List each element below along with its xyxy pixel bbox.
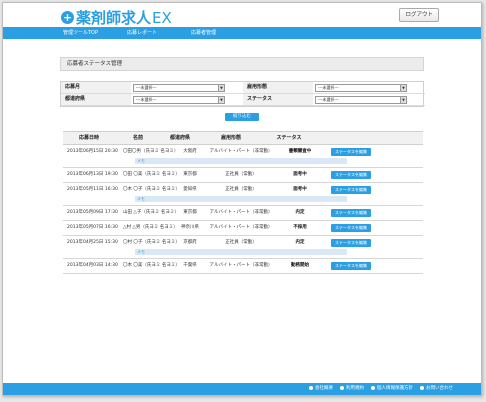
- col-status: ステータス: [276, 135, 302, 141]
- col-employment: 雇用形態: [220, 135, 241, 141]
- employment-select[interactable]: ---未選択--- ▼: [315, 84, 407, 92]
- cell-prefecture: 東京都: [183, 210, 197, 215]
- panel-title: 応募者ステータス管理: [60, 57, 424, 71]
- cell-prefecture: 愛知県: [183, 187, 197, 192]
- chevron-down-icon: ▼: [400, 85, 406, 91]
- nav-item-top[interactable]: 管理ツールTOP: [63, 27, 127, 39]
- chevron-down-icon: ▼: [218, 85, 224, 91]
- chevron-down-icon: ▼: [400, 97, 406, 103]
- col-prefecture: 都道府県: [169, 135, 190, 141]
- nav-item-applicants[interactable]: 応募者管理: [191, 27, 255, 39]
- filter-button[interactable]: 絞り込む: [225, 113, 259, 121]
- cell-employment: アルバイト・パート（非常勤）: [209, 210, 273, 215]
- cell-name: 〇木 〇美（氏ヨミ 名ヨミ）: [123, 263, 180, 268]
- applicant-table: 応募日時 名前 都道府県 雇用形態 ステータス 2013年06月15日 20:3…: [63, 131, 423, 274]
- cell-name: 〇村 〇子（氏ヨミ 名ヨミ）: [123, 240, 180, 245]
- cell-employment: 正社員（常勤）: [225, 172, 257, 177]
- cell-date: 2013年04月03日 14:30: [67, 263, 118, 268]
- edit-status-button[interactable]: ステータスを編集: [331, 224, 371, 232]
- bullet-icon: [420, 385, 424, 390]
- footer-links: 会社概要 利用規約 個人情報保護方針 お問い合わせ: [309, 383, 453, 395]
- cell-prefecture: 大阪府: [183, 149, 197, 154]
- cell-name: △村 △男（氏ヨミ 名ヨミ）: [123, 225, 178, 230]
- edit-status-button[interactable]: ステータスを編集: [331, 148, 371, 156]
- cell-prefecture: 千葉県: [183, 263, 197, 268]
- nav-item-report[interactable]: 応募レポート: [127, 27, 191, 39]
- main-nav: 管理ツールTOP 応募レポート 応募者管理: [3, 27, 481, 39]
- cell-status: 内定: [295, 240, 305, 245]
- table-row: 2013年05月09日 17:30 山田 △子（氏ヨミ 名ヨミ） 東京都 アルバイト・…: [63, 206, 423, 221]
- cell-status: 面考中: [293, 187, 307, 192]
- edit-status-button[interactable]: ステータスを編集: [331, 209, 371, 217]
- cell-name: 〇木 〇子（氏ヨミ 名ヨミ）: [123, 187, 180, 192]
- cell-employment: アルバイト・パート（非常勤）: [209, 149, 273, 154]
- memo-bar[interactable]: メモ: [135, 158, 347, 164]
- edit-status-button[interactable]: ステータスを編集: [331, 262, 371, 270]
- memo-bar[interactable]: メモ: [135, 249, 347, 255]
- cell-name: 山田 △子（氏ヨミ 名ヨミ）: [123, 210, 179, 215]
- col-date: 応募日時: [78, 135, 99, 141]
- col-action: [315, 132, 371, 144]
- footer-link-privacy[interactable]: 個人情報保護方針: [371, 383, 413, 395]
- cell-name: 〇田〇男（氏ヨミ 名ヨミ）: [123, 149, 179, 154]
- cell-date: 2013年06月13日 19:30: [67, 172, 118, 177]
- bullet-icon: [309, 385, 313, 390]
- filter-label-employment: 雇用形態: [243, 82, 313, 94]
- edit-status-button[interactable]: ステータスを編集: [331, 171, 371, 179]
- cell-date: 2013年05月11日 16:30: [67, 187, 118, 192]
- filter-label-status: ステータス: [243, 94, 313, 106]
- cell-status: 面考中: [293, 172, 307, 177]
- cell-status: 内定: [295, 210, 305, 215]
- filter-label-prefecture: 都道府県: [61, 94, 131, 106]
- logout-button[interactable]: ログアウト: [399, 8, 439, 22]
- cell-date: 2013年04月25日 15:30: [67, 240, 118, 245]
- table-body: 2013年06月15日 20:30 〇田〇男（氏ヨミ 名ヨミ） 大阪府 アルバイト・パ…: [63, 145, 423, 274]
- cell-date: 2013年05月07日 16:30: [67, 225, 118, 230]
- footer-link-company[interactable]: 会社概要: [309, 383, 333, 395]
- footer: 会社概要 利用規約 個人情報保護方針 お問い合わせ: [3, 383, 481, 395]
- cell-employment: アルバイト・パート（非常勤）: [209, 225, 273, 230]
- prefecture-select[interactable]: ---未選択--- ▼: [133, 96, 225, 104]
- col-name: 名前: [132, 135, 143, 141]
- table-row: 2013年04月25日 15:30 〇村 〇子（氏ヨミ 名ヨミ） 京都府 正社員（常勤…: [63, 236, 423, 259]
- footer-link-contact[interactable]: お問い合わせ: [420, 383, 453, 395]
- filter-label-month: 応募月: [61, 82, 131, 94]
- page: + 薬剤師求人 EX ログアウト 管理ツールTOP 応募レポート 応募者管理 応…: [2, 2, 482, 396]
- table-header: 応募日時 名前 都道府県 雇用形態 ステータス: [63, 131, 423, 145]
- memo-bar[interactable]: メモ: [135, 196, 347, 202]
- cell-status: 不採用: [293, 225, 307, 230]
- cell-status: 書類審査中: [288, 149, 312, 154]
- status-panel: 応募者ステータス管理 応募月 ---未選択--- ▼ 雇用形態 ---未選択---…: [60, 57, 425, 121]
- cell-prefecture: 東京都: [183, 172, 197, 177]
- cell-prefecture: 京都府: [183, 240, 197, 245]
- table-row: 2013年06月13日 19:30 〇田 〇美（氏ヨミ 名ヨミ） 東京都 正社員（常勤…: [63, 168, 423, 183]
- table-row: 2013年05月11日 16:30 〇木 〇子（氏ヨミ 名ヨミ） 愛知県 正社員（常勤…: [63, 183, 423, 206]
- cell-date: 2013年05月09日 17:30: [67, 210, 118, 215]
- cell-employment: 正社員（常勤）: [225, 240, 257, 245]
- cell-prefecture: 神奈川県: [181, 225, 199, 230]
- cell-employment: 正社員（常勤）: [225, 187, 257, 192]
- cell-status: 勤務開始: [291, 263, 309, 268]
- table-row: 2013年06月15日 20:30 〇田〇男（氏ヨミ 名ヨミ） 大阪府 アルバイト・パ…: [63, 145, 423, 168]
- logo-text: 薬剤師求人: [76, 9, 152, 27]
- edit-status-button[interactable]: ステータスを編集: [331, 186, 371, 194]
- edit-status-button[interactable]: ステータスを編集: [331, 239, 371, 247]
- logo-ex: EX: [152, 8, 172, 27]
- plus-icon: +: [61, 11, 74, 24]
- cell-name: 〇田 〇美（氏ヨミ 名ヨミ）: [123, 172, 180, 177]
- footer-link-terms[interactable]: 利用規約: [340, 383, 364, 395]
- logo[interactable]: + 薬剤師求人 EX: [61, 7, 172, 28]
- month-select[interactable]: ---未選択--- ▼: [133, 84, 225, 92]
- cell-date: 2013年06月15日 20:30: [67, 149, 118, 154]
- table-row: 2013年04月03日 14:30 〇木 〇美（氏ヨミ 名ヨミ） 千葉県 アルバイト・…: [63, 259, 423, 274]
- table-row: 2013年05月07日 16:30 △村 △男（氏ヨミ 名ヨミ） 神奈川県 アルバイト…: [63, 221, 423, 236]
- chevron-down-icon: ▼: [218, 97, 224, 103]
- bullet-icon: [340, 385, 344, 390]
- cell-employment: アルバイト・パート（非常勤）: [209, 263, 273, 268]
- status-select[interactable]: ---未選択--- ▼: [315, 96, 407, 104]
- filter-grid: 応募月 ---未選択--- ▼ 雇用形態 ---未選択--- ▼ 都道府県 ---未…: [60, 81, 425, 107]
- header: + 薬剤師求人 EX ログアウト: [3, 3, 481, 27]
- bullet-icon: [371, 385, 375, 390]
